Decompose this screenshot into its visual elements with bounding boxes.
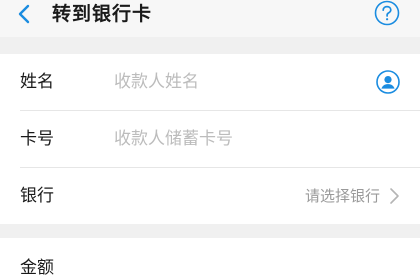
amount-section: 金额 xyxy=(0,238,420,280)
question-circle-icon xyxy=(374,0,400,26)
card-number-input[interactable] xyxy=(114,111,364,167)
bank-label: 银行 xyxy=(20,186,54,206)
chevron-left-icon xyxy=(18,4,30,24)
name-input[interactable] xyxy=(114,54,364,110)
name-label: 姓名 xyxy=(20,72,54,92)
contact-button[interactable] xyxy=(376,70,400,94)
card-number-label: 卡号 xyxy=(20,129,54,149)
amount-label: 金额 xyxy=(20,258,54,278)
bank-chevron xyxy=(388,187,400,205)
bank-select[interactable]: 请选择银行 xyxy=(305,168,380,224)
back-button[interactable] xyxy=(14,3,36,25)
contact-person-icon xyxy=(376,70,400,94)
header-bar: 转到银行卡 xyxy=(0,0,420,37)
recipient-form: 姓名 卡号 银行 请选择银行 xyxy=(0,54,420,224)
help-button[interactable] xyxy=(374,0,400,26)
chevron-right-icon xyxy=(390,188,399,204)
page-title: 转到银行卡 xyxy=(52,3,153,25)
bank-row[interactable]: 银行 请选择银行 xyxy=(0,168,420,224)
card-number-row: 卡号 xyxy=(0,111,420,167)
name-row: 姓名 xyxy=(0,54,420,110)
